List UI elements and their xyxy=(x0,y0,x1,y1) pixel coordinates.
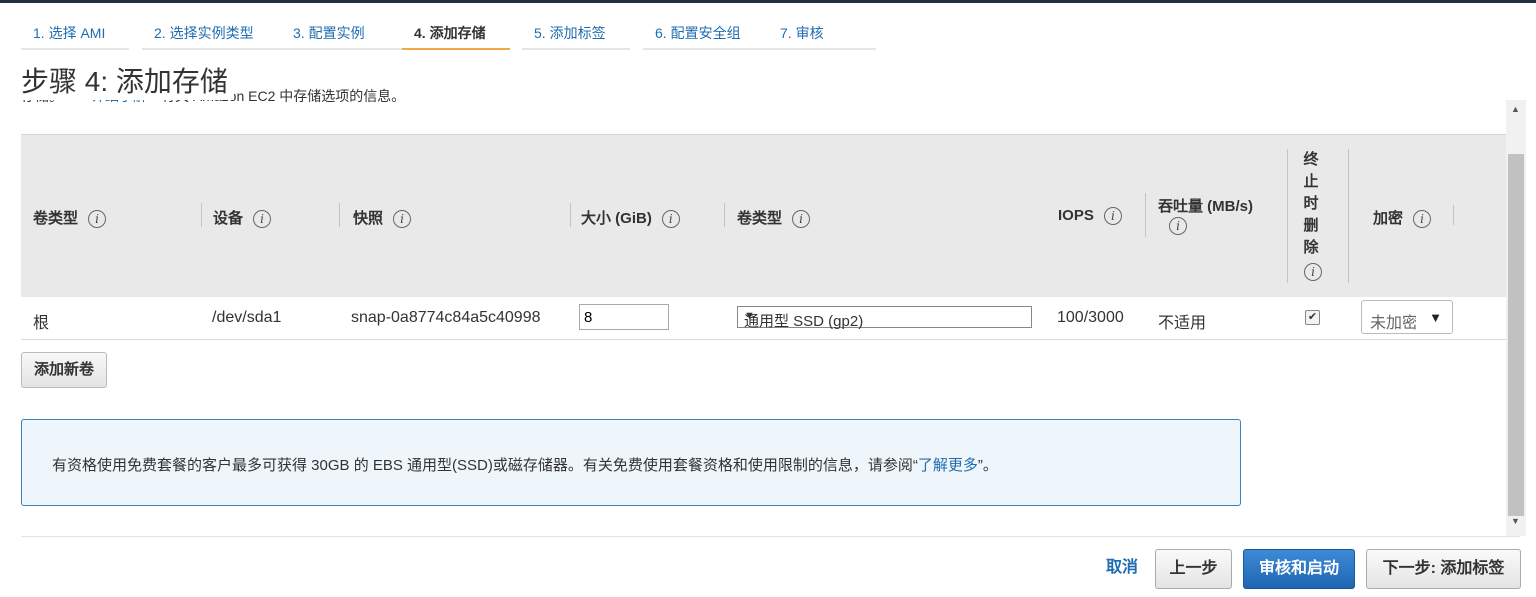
tab-choose-ami[interactable]: 1. 选择 AMI xyxy=(21,18,129,50)
size-input[interactable] xyxy=(579,304,669,330)
page-title: 步骤 4: 添加存储 xyxy=(21,64,234,100)
column-divider xyxy=(1145,193,1146,237)
info-icon[interactable]: i xyxy=(792,210,811,229)
tab-configure-instance[interactable]: 3. 配置实例 xyxy=(281,18,409,50)
review-and-launch-button[interactable]: 审核和启动 xyxy=(1243,549,1355,589)
column-divider xyxy=(201,203,202,227)
check-icon: ✔ xyxy=(1307,311,1318,323)
column-divider xyxy=(570,203,571,227)
info-icon[interactable]: i xyxy=(661,210,680,229)
table-header: 卷类型 i 设备 i 快照 i 大小 (GiB) i 卷类型 i IOPS i 吞吐量 (M… xyxy=(21,134,1506,298)
encryption-value: 未加密 xyxy=(1370,315,1416,332)
header-volume-type-2: 卷类型 i xyxy=(737,207,811,229)
header-device: 设备 i xyxy=(213,207,272,229)
cell-iops: 100/3000 xyxy=(1057,309,1124,326)
header-throughput: 吞吐量 (MB/s) xyxy=(1158,198,1253,215)
column-divider xyxy=(1348,149,1349,283)
info-icon[interactable]: i xyxy=(1169,217,1187,235)
notice-learn-more-link[interactable]: 了解更多 xyxy=(918,457,978,474)
info-icon[interactable]: i xyxy=(88,210,107,229)
storage-panel: 卷类型 i 设备 i 快照 i 大小 (GiB) i 卷类型 i IOPS i 吞吐量 (M… xyxy=(21,104,1506,536)
dropdown-arrow-icon: ▼ xyxy=(744,310,755,322)
delete-on-termination-checkbox[interactable]: ✔ xyxy=(1305,310,1320,325)
table-row: 根 /dev/sda1 snap-0a8774c84a5c40998 通用型 S… xyxy=(21,297,1506,340)
tab-choose-instance-type[interactable]: 2. 选择实例类型 xyxy=(142,18,290,50)
cancel-button[interactable]: 取消 xyxy=(1096,549,1148,589)
header-size: 大小 (GiB) i xyxy=(581,207,680,229)
info-icon[interactable]: i xyxy=(1103,207,1122,226)
notice-text: 有资格使用免费套餐的客户最多可获得 30GB 的 EBS 通用型(SSD)或磁存… xyxy=(52,457,998,474)
footer-divider xyxy=(21,536,1520,537)
header-encryption: 加密 i xyxy=(1373,207,1432,229)
column-divider xyxy=(339,203,340,227)
tab-configure-security-group[interactable]: 6. 配置安全组 xyxy=(643,18,771,50)
dropdown-arrow-icon: ▼ xyxy=(1429,310,1442,325)
cell-snapshot: snap-0a8774c84a5c40998 xyxy=(351,309,541,326)
top-bar xyxy=(0,0,1536,3)
info-icon[interactable]: i xyxy=(1304,263,1322,281)
header-delete-on-termination: 终 止 时 删 除 xyxy=(1303,151,1319,256)
column-divider xyxy=(1287,149,1288,283)
scroll-down-arrow-icon[interactable]: ▼ xyxy=(1511,516,1520,526)
cell-volume-type: 根 xyxy=(33,315,50,332)
info-icon[interactable]: i xyxy=(393,210,412,229)
column-divider xyxy=(724,203,725,227)
scroll-up-arrow-icon[interactable]: ▲ xyxy=(1511,104,1520,114)
header-snapshot: 快照 i xyxy=(353,207,412,229)
cell-device: /dev/sda1 xyxy=(212,309,282,326)
previous-button[interactable]: 上一步 xyxy=(1155,549,1232,589)
vertical-scrollbar[interactable]: ▲ ▼ xyxy=(1506,100,1526,536)
tab-add-storage[interactable]: 4. 添加存储 xyxy=(402,18,510,50)
scrollbar-thumb[interactable] xyxy=(1508,154,1524,516)
volume-type-select[interactable]: 通用型 SSD (gp2) ▼ xyxy=(737,306,1032,330)
header-volume-type: 卷类型 i xyxy=(33,207,107,229)
encryption-select[interactable]: 未加密 ▼ xyxy=(1361,300,1453,334)
info-icon[interactable]: i xyxy=(1413,210,1432,229)
tab-review[interactable]: 7. 审核 xyxy=(768,18,876,50)
free-tier-notice: 有资格使用免费套餐的客户最多可获得 30GB 的 EBS 通用型(SSD)或磁存… xyxy=(21,419,1241,506)
info-icon[interactable]: i xyxy=(253,210,272,229)
add-new-volume-button[interactable]: 添加新卷 xyxy=(21,352,108,388)
next-add-tags-button[interactable]: 下一步: 添加标签 xyxy=(1366,549,1521,589)
header-iops: IOPS i xyxy=(1058,207,1122,226)
column-divider xyxy=(1453,205,1454,225)
cell-throughput: 不适用 xyxy=(1158,315,1207,332)
tab-add-tags[interactable]: 5. 添加标签 xyxy=(522,18,630,50)
